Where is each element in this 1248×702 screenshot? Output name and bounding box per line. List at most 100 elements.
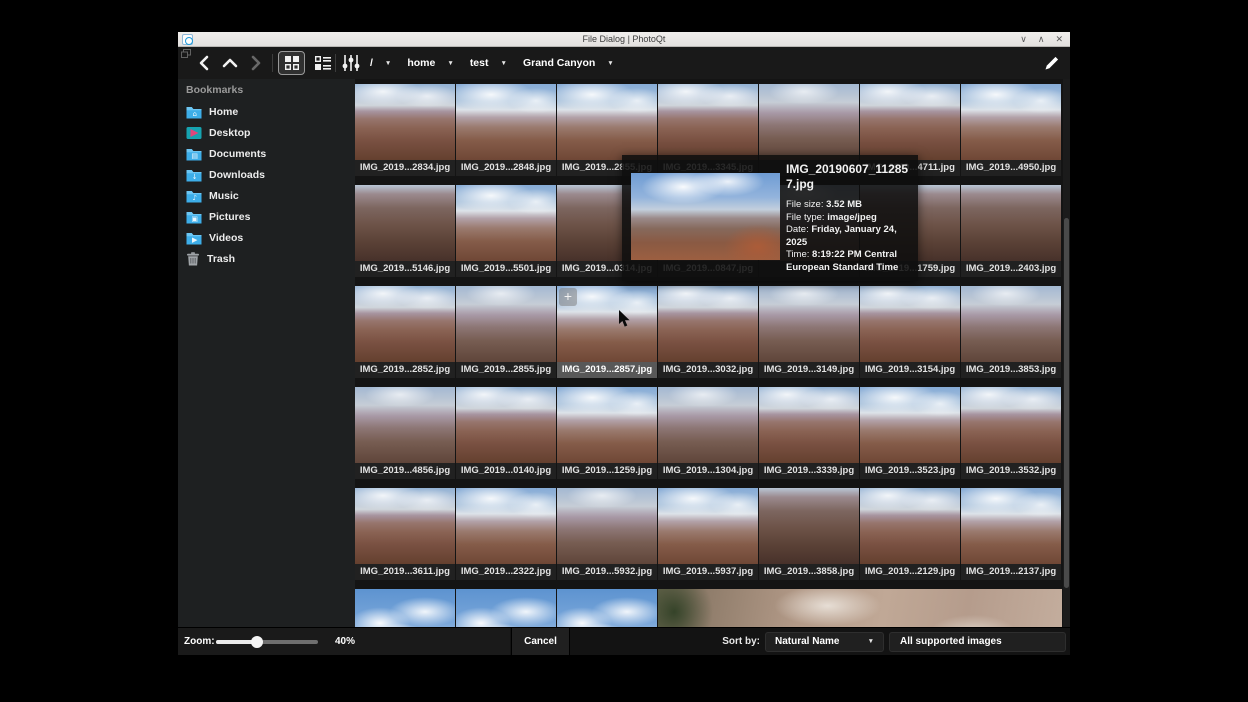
sidebar-item-music[interactable]: ♪Music <box>186 187 239 205</box>
file-thumbnail[interactable] <box>456 185 556 261</box>
file-item[interactable]: IMG_2019...3853.jpg <box>961 286 1061 378</box>
breadcrumb-item-home[interactable]: home <box>407 57 435 69</box>
file-item[interactable]: IMG_2019...1304.jpg <box>658 387 758 479</box>
file-thumbnail[interactable] <box>961 286 1061 362</box>
sidebar-item-downloads[interactable]: ↓Downloads <box>186 166 265 184</box>
file-thumbnail[interactable] <box>456 488 556 564</box>
breadcrumb-dropdown-icon[interactable] <box>607 60 613 67</box>
file-thumbnail[interactable] <box>759 387 859 463</box>
sidebar-item-videos[interactable]: ▶Videos <box>186 229 243 247</box>
file-thumbnail[interactable] <box>961 185 1061 261</box>
sidebar-item-documents[interactable]: ▤Documents <box>186 145 266 163</box>
file-item[interactable]: IMG_2019...3523.jpg <box>860 387 960 479</box>
file-item[interactable]: IMG_2019...5146.jpg <box>355 185 455 277</box>
file-item[interactable]: IMG_2019...2129.jpg <box>860 488 960 580</box>
scrollbar-thumb[interactable] <box>1064 218 1069 588</box>
breadcrumb-item--[interactable]: / <box>370 57 373 69</box>
file-item[interactable] <box>456 589 556 627</box>
file-thumbnail[interactable] <box>860 84 960 160</box>
zoom-slider-handle[interactable] <box>251 636 263 648</box>
file-thumbnail[interactable] <box>658 84 758 160</box>
file-item[interactable] <box>658 589 1062 627</box>
file-thumbnail[interactable] <box>355 84 455 160</box>
file-item[interactable]: IMG_2019...3532.jpg <box>961 387 1061 479</box>
minimize-button[interactable]: ∨ <box>1020 32 1027 47</box>
file-item[interactable]: IMG_2019...2322.jpg <box>456 488 556 580</box>
file-thumbnail[interactable] <box>658 286 758 362</box>
file-thumbnail[interactable] <box>557 589 657 627</box>
file-item[interactable]: IMG_2019...4856.jpg <box>355 387 455 479</box>
popout-icon[interactable] <box>181 49 191 58</box>
sidebar-item-desktop[interactable]: Desktop <box>186 124 250 142</box>
forward-button[interactable] <box>248 55 264 71</box>
file-item[interactable]: IMG_2019...2834.jpg <box>355 84 455 176</box>
file-item[interactable]: IMG_2019...2403.jpg <box>961 185 1061 277</box>
file-item[interactable]: IMG_2019...2855.jpg <box>456 286 556 378</box>
file-item[interactable] <box>557 589 657 627</box>
file-thumbnail[interactable] <box>860 387 960 463</box>
file-thumbnail[interactable] <box>355 387 455 463</box>
file-item[interactable]: IMG_2019...2848.jpg <box>456 84 556 176</box>
file-thumbnail[interactable] <box>860 488 960 564</box>
file-thumbnail[interactable] <box>355 589 455 627</box>
add-to-selection-button[interactable] <box>559 288 577 306</box>
file-item[interactable]: IMG_2019...2857.jpg <box>557 286 657 378</box>
edit-path-pencil-button[interactable] <box>1043 54 1061 72</box>
file-item[interactable]: IMG_2019...4950.jpg <box>961 84 1061 176</box>
file-thumbnail[interactable] <box>355 286 455 362</box>
file-item[interactable]: IMG_2019...3154.jpg <box>860 286 960 378</box>
file-thumbnail[interactable] <box>961 387 1061 463</box>
file-filter-dropdown[interactable]: All supported images <box>889 632 1066 652</box>
file-thumbnail[interactable] <box>557 84 657 160</box>
file-thumbnail[interactable] <box>456 84 556 160</box>
file-item[interactable]: IMG_2019...2852.jpg <box>355 286 455 378</box>
filters-sliders-button[interactable] <box>341 54 361 72</box>
maximize-button[interactable]: ∧ <box>1038 32 1045 47</box>
file-thumbnail[interactable] <box>456 387 556 463</box>
back-button[interactable] <box>196 55 212 71</box>
file-thumbnail[interactable] <box>658 387 758 463</box>
titlebar[interactable]: File Dialog | PhotoQt ∨∧✕ <box>178 32 1070 47</box>
file-thumbnail[interactable] <box>860 286 960 362</box>
sidebar-item-pictures[interactable]: ▣Pictures <box>186 208 250 226</box>
file-thumbnail[interactable] <box>759 286 859 362</box>
file-thumbnail[interactable] <box>456 589 556 627</box>
list-view-button[interactable] <box>309 51 336 75</box>
file-item[interactable]: IMG_2019...5501.jpg <box>456 185 556 277</box>
file-thumbnail[interactable] <box>658 589 1062 627</box>
file-item[interactable]: IMG_2019...3339.jpg <box>759 387 859 479</box>
close-button[interactable]: ✕ <box>1055 32 1063 47</box>
file-item[interactable]: IMG_2019...3611.jpg <box>355 488 455 580</box>
file-thumbnail[interactable] <box>759 84 859 160</box>
grid-view-button[interactable] <box>278 51 305 75</box>
file-thumbnail[interactable] <box>355 185 455 261</box>
cancel-button[interactable]: Cancel <box>511 628 570 655</box>
file-item[interactable]: IMG_2019...3149.jpg <box>759 286 859 378</box>
file-item[interactable]: IMG_2019...0140.jpg <box>456 387 556 479</box>
scrollbar[interactable] <box>1063 79 1070 627</box>
breadcrumb-dropdown-icon[interactable] <box>385 60 391 67</box>
sidebar-item-home[interactable]: ⌂Home <box>186 103 238 121</box>
sidebar-item-trash[interactable]: Trash <box>186 250 235 268</box>
sort-dropdown[interactable]: Natural Name <box>765 632 884 652</box>
file-thumbnail[interactable] <box>557 488 657 564</box>
file-item[interactable] <box>355 589 455 627</box>
file-thumbnail[interactable] <box>658 488 758 564</box>
file-thumbnail[interactable] <box>759 488 859 564</box>
file-item[interactable]: IMG_2019...3032.jpg <box>658 286 758 378</box>
up-button[interactable] <box>222 55 238 71</box>
file-item[interactable]: IMG_2019...5932.jpg <box>557 488 657 580</box>
breadcrumb-dropdown-icon[interactable] <box>501 60 507 67</box>
breadcrumb-item-test[interactable]: test <box>470 57 489 69</box>
zoom-slider[interactable] <box>216 640 318 644</box>
file-thumbnail[interactable] <box>557 387 657 463</box>
file-item[interactable]: IMG_2019...3858.jpg <box>759 488 859 580</box>
file-item[interactable]: IMG_2019...1259.jpg <box>557 387 657 479</box>
file-thumbnail[interactable] <box>961 488 1061 564</box>
file-thumbnail[interactable] <box>355 488 455 564</box>
breadcrumb-item-grand-canyon[interactable]: Grand Canyon <box>523 57 595 69</box>
file-thumbnail[interactable] <box>961 84 1061 160</box>
file-thumbnail[interactable] <box>456 286 556 362</box>
file-item[interactable]: IMG_2019...5937.jpg <box>658 488 758 580</box>
breadcrumb-dropdown-icon[interactable] <box>447 60 453 67</box>
